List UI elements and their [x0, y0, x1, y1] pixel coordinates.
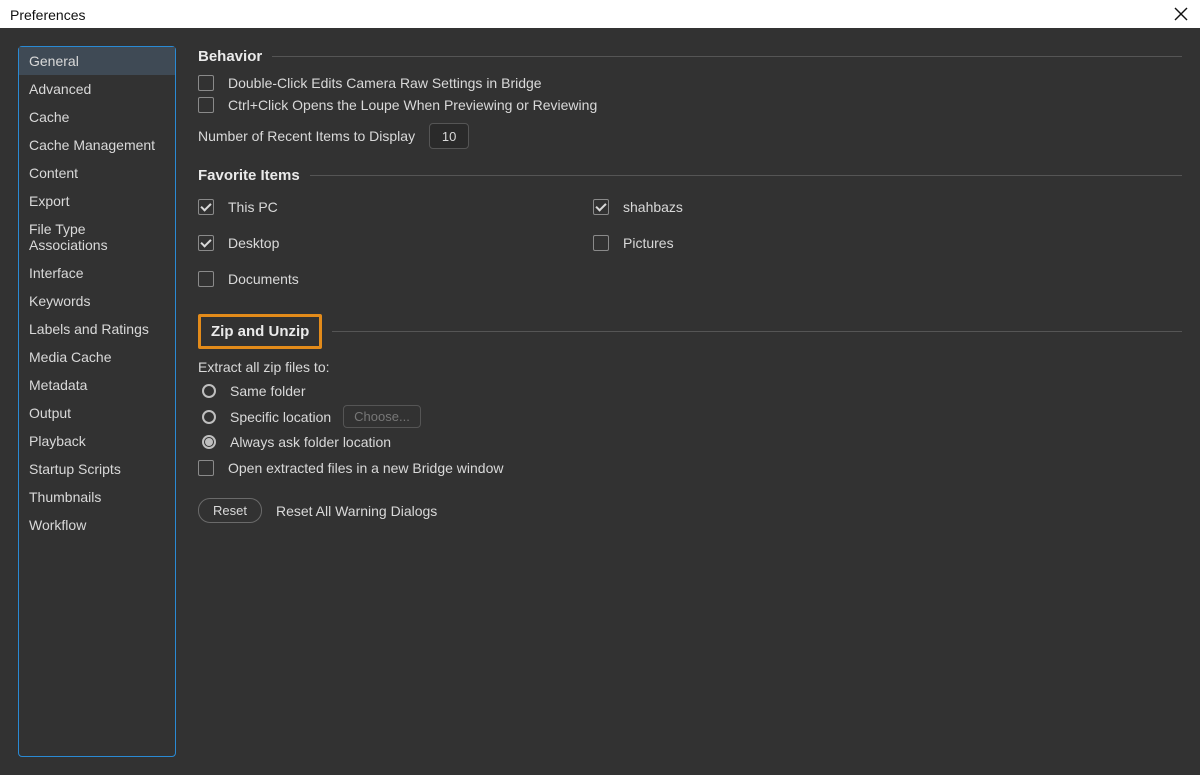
- label-favorite-this-pc: This PC: [228, 199, 278, 215]
- checkbox-ctrlclick-loupe[interactable]: [198, 97, 214, 113]
- sidebar-item-media-cache[interactable]: Media Cache: [19, 343, 175, 371]
- sidebar-item-workflow[interactable]: Workflow: [19, 511, 175, 539]
- sidebar-item-metadata[interactable]: Metadata: [19, 371, 175, 399]
- checkbox-ctrlclick-row: Ctrl+Click Opens the Loupe When Previewi…: [198, 97, 1182, 113]
- reset-all-warnings-button[interactable]: Reset All Warning Dialogs: [276, 503, 437, 519]
- radio-specific-row: Specific location Choose...: [202, 405, 1182, 428]
- label-always-ask: Always ask folder location: [230, 434, 391, 450]
- favorite-row-this-pc: This PC: [198, 199, 593, 215]
- checkbox-doubleclick-row: Double-Click Edits Camera Raw Settings i…: [198, 75, 1182, 91]
- label-recent-items: Number of Recent Items to Display: [198, 128, 415, 144]
- sidebar-item-export[interactable]: Export: [19, 187, 175, 215]
- label-favorite-documents: Documents: [228, 271, 299, 287]
- zip-block: Extract all zip files to: Same folder Sp…: [198, 359, 1182, 476]
- close-button[interactable]: [1170, 3, 1192, 25]
- sidebar: GeneralAdvancedCacheCache ManagementCont…: [18, 46, 176, 757]
- sidebar-item-content[interactable]: Content: [19, 159, 175, 187]
- sidebar-item-file-type-associations[interactable]: File Type Associations: [19, 215, 175, 259]
- close-icon: [1174, 7, 1188, 21]
- section-behavior-head: Behavior: [198, 48, 1182, 65]
- favorites-grid: This PC shahbazs Desktop Pictures Documents: [198, 194, 1182, 292]
- radio-always-ask[interactable]: [202, 435, 216, 449]
- favorite-row-desktop: Desktop: [198, 235, 593, 251]
- label-doubleclick-raw: Double-Click Edits Camera Raw Settings i…: [228, 75, 542, 91]
- sidebar-item-thumbnails[interactable]: Thumbnails: [19, 483, 175, 511]
- label-favorite-shahbazs: shahbazs: [623, 199, 683, 215]
- divider: [332, 331, 1182, 332]
- favorite-row-shahbazs: shahbazs: [593, 199, 1182, 215]
- section-zip-title: Zip and Unzip: [198, 314, 322, 349]
- radio-specific-location[interactable]: [202, 410, 216, 424]
- label-open-new-window: Open extracted files in a new Bridge win…: [228, 460, 503, 476]
- sidebar-item-general[interactable]: General: [19, 47, 175, 75]
- sidebar-item-advanced[interactable]: Advanced: [19, 75, 175, 103]
- checkbox-open-new-window-row: Open extracted files in a new Bridge win…: [198, 460, 1182, 476]
- sidebar-item-output[interactable]: Output: [19, 399, 175, 427]
- sidebar-item-startup-scripts[interactable]: Startup Scripts: [19, 455, 175, 483]
- label-same-folder: Same folder: [230, 383, 305, 399]
- divider: [272, 56, 1182, 57]
- reset-button[interactable]: Reset: [198, 498, 262, 523]
- divider: [310, 175, 1182, 176]
- favorite-row-documents: Documents: [198, 271, 593, 287]
- section-favorites-title: Favorite Items: [198, 167, 300, 184]
- checkbox-favorite-this-pc[interactable]: [198, 199, 214, 215]
- checkbox-favorite-pictures[interactable]: [593, 235, 609, 251]
- sidebar-item-labels-and-ratings[interactable]: Labels and Ratings: [19, 315, 175, 343]
- input-recent-items[interactable]: [429, 123, 469, 149]
- radio-always-row: Always ask folder location: [202, 434, 1182, 450]
- section-favorites-head: Favorite Items: [198, 167, 1182, 184]
- sidebar-item-cache-management[interactable]: Cache Management: [19, 131, 175, 159]
- button-row: Reset Reset All Warning Dialogs: [198, 498, 1182, 523]
- favorite-row-pictures: Pictures: [593, 235, 1182, 251]
- window-title: Preferences: [10, 5, 85, 23]
- label-specific-location: Specific location: [230, 409, 331, 425]
- checkbox-doubleclick-raw[interactable]: [198, 75, 214, 91]
- checkbox-open-new-window[interactable]: [198, 460, 214, 476]
- sidebar-item-interface[interactable]: Interface: [19, 259, 175, 287]
- radio-same-folder[interactable]: [202, 384, 216, 398]
- label-favorite-desktop: Desktop: [228, 235, 279, 251]
- app-body: GeneralAdvancedCacheCache ManagementCont…: [0, 28, 1200, 775]
- radio-same-row: Same folder: [202, 383, 1182, 399]
- sidebar-item-keywords[interactable]: Keywords: [19, 287, 175, 315]
- checkbox-favorite-shahbazs[interactable]: [593, 199, 609, 215]
- sidebar-item-cache[interactable]: Cache: [19, 103, 175, 131]
- label-favorite-pictures: Pictures: [623, 235, 674, 251]
- recent-items-row: Number of Recent Items to Display: [198, 123, 1182, 149]
- label-ctrlclick-loupe: Ctrl+Click Opens the Loupe When Previewi…: [228, 97, 597, 113]
- choose-button[interactable]: Choose...: [343, 405, 421, 428]
- checkbox-favorite-desktop[interactable]: [198, 235, 214, 251]
- checkbox-favorite-documents[interactable]: [198, 271, 214, 287]
- section-behavior-title: Behavior: [198, 48, 262, 65]
- zip-prompt: Extract all zip files to:: [198, 359, 1182, 375]
- sidebar-item-playback[interactable]: Playback: [19, 427, 175, 455]
- section-zip-head: Zip and Unzip: [198, 314, 1182, 349]
- content-area: Behavior Double-Click Edits Camera Raw S…: [176, 46, 1182, 757]
- titlebar: Preferences: [0, 0, 1200, 28]
